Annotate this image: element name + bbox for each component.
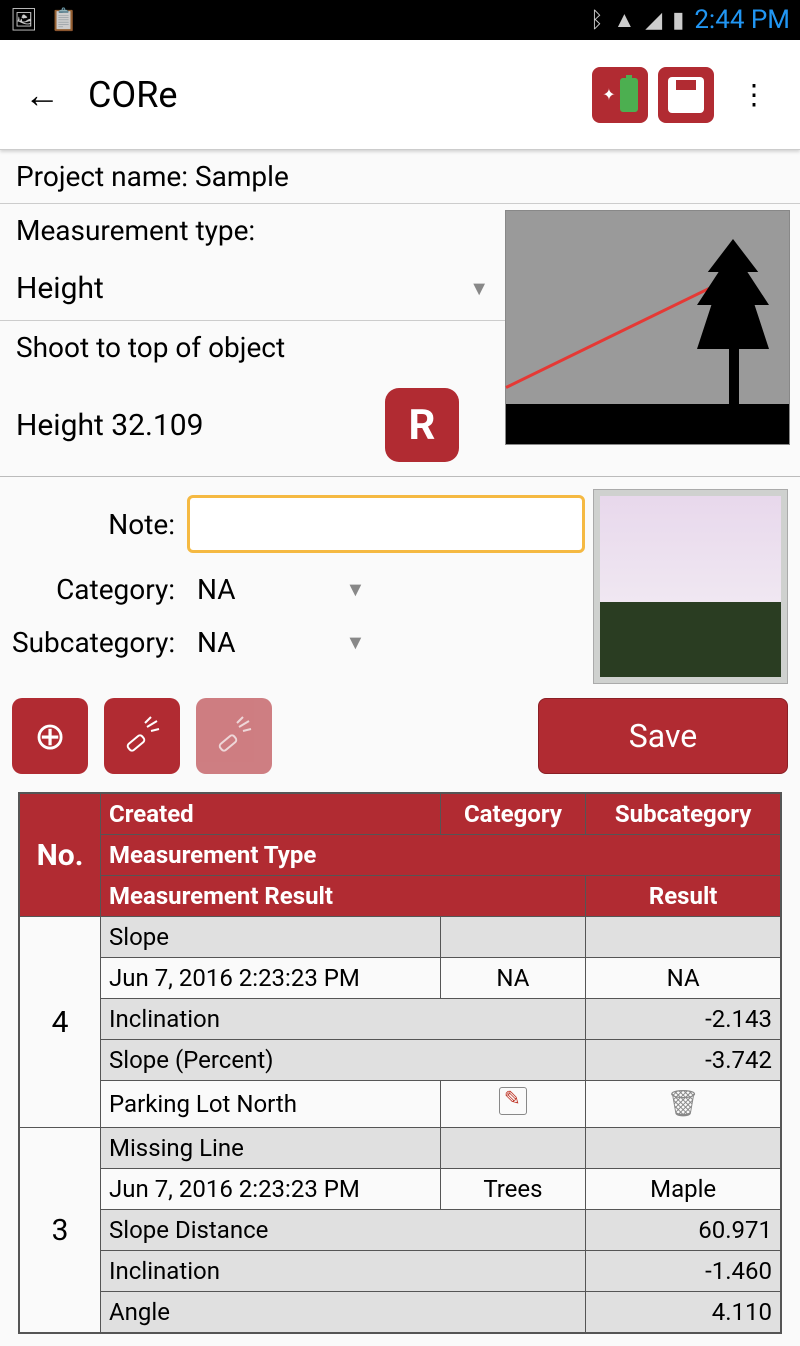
clipboard-icon: 📋 — [50, 8, 77, 33]
header-result: Result — [586, 876, 781, 917]
app-bar: ← CORe ✦ ⋮ — [0, 40, 800, 150]
chevron-down-icon: ▼ — [346, 577, 366, 602]
cell-created: Jun 7, 2016 2:23:23 PM — [101, 958, 441, 999]
trash-icon[interactable]: 🗑 — [667, 1089, 700, 1119]
note-input[interactable] — [187, 495, 585, 553]
project-name-label: Project name: — [16, 160, 188, 193]
subcategory-label: Subcategory: — [12, 626, 187, 659]
r-button[interactable]: R — [385, 388, 459, 462]
height-value: 32.109 — [111, 408, 203, 443]
status-time: 2:44 PM — [694, 5, 790, 35]
height-label: Height — [16, 408, 104, 443]
edit-icon[interactable] — [499, 1087, 527, 1115]
cell-slope: Missing Line — [101, 1128, 441, 1169]
target-button[interactable]: ⊕ — [12, 698, 88, 774]
header-subcategory: Subcategory — [586, 793, 781, 835]
cell-category: NA — [440, 958, 586, 999]
cell-subcategory: Maple — [586, 1169, 781, 1210]
image-icon: 🖼 — [10, 8, 38, 33]
cell-m2-label: Inclination — [101, 1251, 586, 1292]
header-category: Category — [440, 793, 586, 835]
status-bar: 🖼 📋 ᛒ ▲ ◢ ▮ 2:44 PM — [0, 0, 800, 40]
save-disk-button[interactable] — [658, 67, 714, 123]
measurement-diagram — [505, 210, 790, 445]
cell-m3-label: Angle — [101, 1292, 586, 1334]
cell-m3-value: 4.110 — [586, 1292, 781, 1334]
instruction-text: Shoot to top of object — [16, 325, 489, 370]
cell-category: Trees — [440, 1169, 586, 1210]
row-no: 3 — [19, 1128, 101, 1334]
measurement-type-value: Height — [16, 271, 104, 306]
header-no: No. — [19, 793, 101, 917]
header-measurement-type: Measurement Type — [101, 835, 781, 876]
subcategory-select[interactable]: NA — [187, 626, 236, 659]
cell-slope: Slope — [101, 917, 441, 958]
laser-pointer-button[interactable] — [104, 698, 180, 774]
measurement-type-label: Measurement type: — [16, 208, 489, 253]
bluetooth-icon: ᛒ — [590, 8, 603, 33]
save-button[interactable]: Save — [538, 698, 788, 774]
measurement-type-select[interactable]: Height ▼ — [0, 257, 505, 321]
cell-m2-value: -3.742 — [586, 1040, 781, 1081]
category-select[interactable]: NA — [187, 573, 236, 606]
project-name-value: Sample — [195, 160, 289, 193]
cell-note: Parking Lot North — [101, 1081, 441, 1128]
cell-created: Jun 7, 2016 2:23:23 PM — [101, 1169, 441, 1210]
cell-m1-value: -2.143 — [586, 999, 781, 1040]
cell-m2-label: Slope (Percent) — [101, 1040, 586, 1081]
chevron-down-icon: ▼ — [346, 630, 366, 655]
header-measurement-result: Measurement Result — [101, 876, 586, 917]
back-button[interactable]: ← — [16, 66, 68, 124]
cell-subcategory: NA — [586, 958, 781, 999]
overflow-menu-button[interactable]: ⋮ — [724, 68, 784, 121]
header-created: Created — [101, 793, 441, 835]
photo-thumbnail[interactable] — [593, 489, 788, 684]
wifi-icon: ▲ — [614, 7, 636, 33]
note-label: Note: — [12, 508, 187, 541]
project-info: Project name: Sample — [0, 150, 800, 204]
battery-icon: ▮ — [672, 8, 684, 33]
category-label: Category: — [12, 573, 187, 606]
laser-pointer-disabled-button[interactable] — [196, 698, 272, 774]
signal-icon: ◢ — [645, 8, 662, 33]
row-no: 4 — [19, 917, 101, 1128]
app-title: CORe — [88, 74, 177, 116]
cell-m1-label: Inclination — [101, 999, 586, 1040]
cell-m1-label: Slope Distance — [101, 1210, 586, 1251]
measurements-table: No. Created Category Subcategory Measure… — [0, 780, 800, 1346]
laser-battery-button[interactable]: ✦ — [592, 67, 648, 123]
chevron-down-icon: ▼ — [469, 276, 489, 301]
cell-m1-value: 60.971 — [586, 1210, 781, 1251]
cell-m2-value: -1.460 — [586, 1251, 781, 1292]
